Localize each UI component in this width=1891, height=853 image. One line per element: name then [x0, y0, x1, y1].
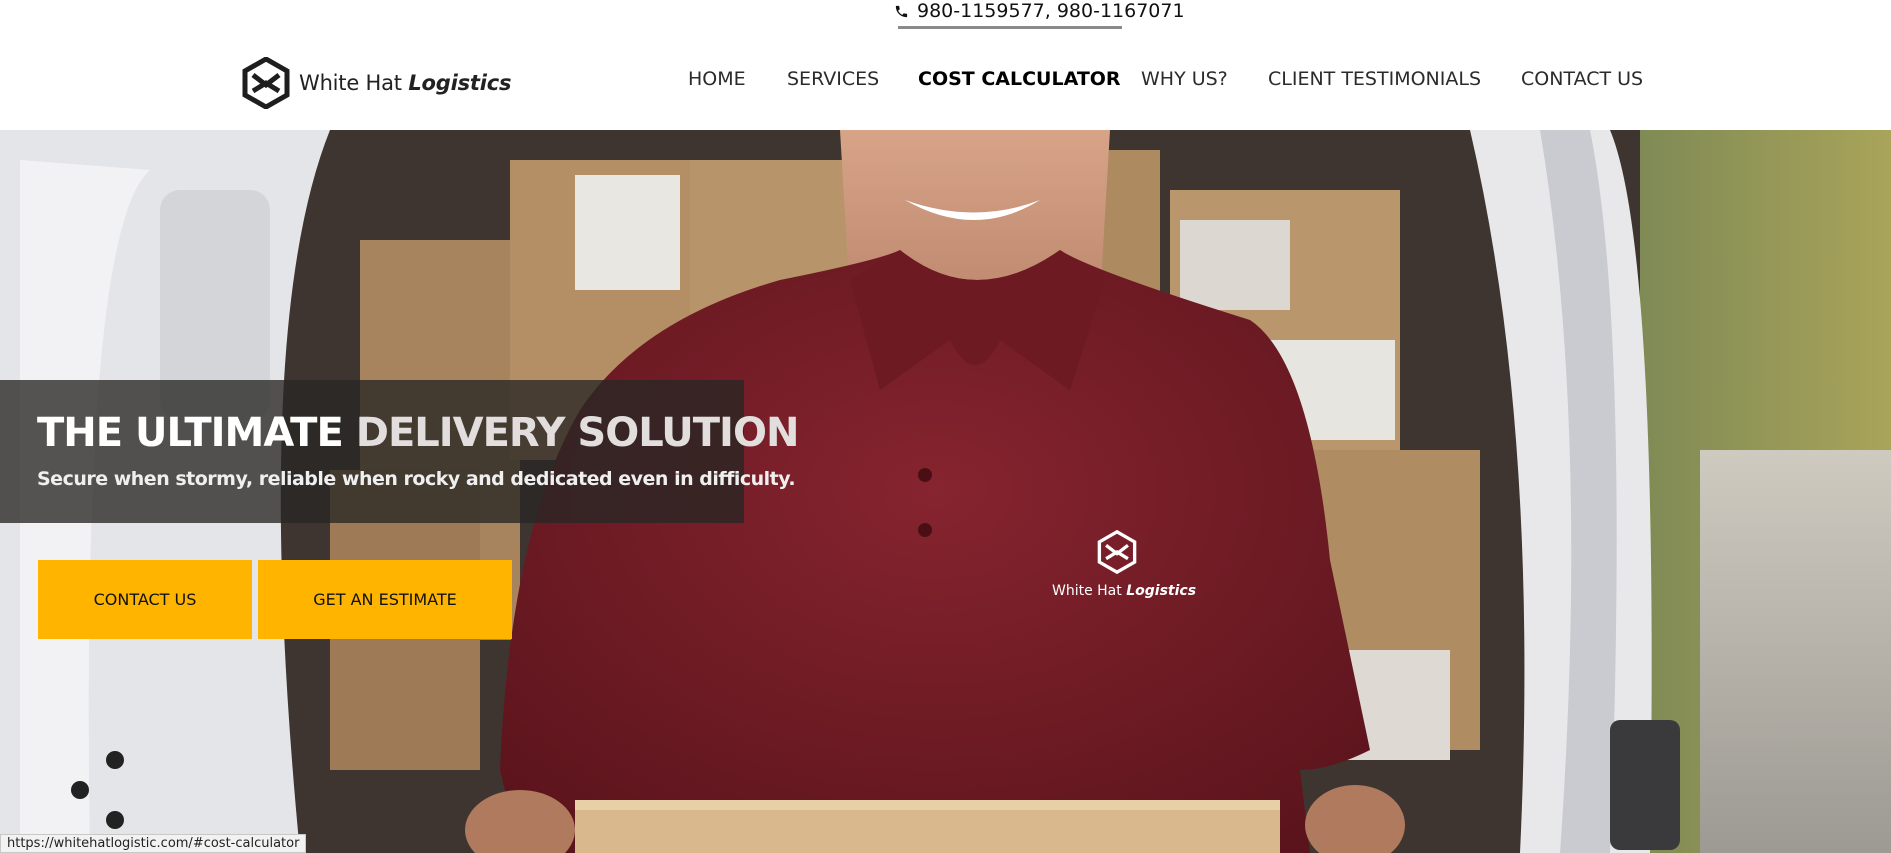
site-header: White Hat Logistics HOME SERVICES COST C…: [0, 30, 1891, 130]
shirt-logo-name-bold: Logistics: [1126, 583, 1197, 599]
phone-contact[interactable]: 980-1159577, 980-1167071: [894, 0, 1185, 22]
top-contact-bar: 980-1159577, 980-1167071: [0, 0, 1891, 30]
shirt-logo-text: White Hat Logistics: [1052, 583, 1196, 599]
hexagon-logo-icon: [242, 57, 290, 109]
get-estimate-button[interactable]: GET AN ESTIMATE: [258, 560, 512, 639]
hero-section: THE ULTIMATE DELIVERY SOLUTION Secure wh…: [0, 130, 1891, 853]
hero-subtitle: Secure when stormy, reliable when rocky …: [37, 468, 796, 490]
logo-text: White Hat Logistics: [299, 71, 511, 95]
nav-home[interactable]: HOME: [688, 68, 746, 90]
nav-services[interactable]: SERVICES: [787, 68, 879, 90]
nav-client-testimonials[interactable]: CLIENT TESTIMONIALS: [1268, 68, 1481, 90]
shirt-hexagon-logo-icon: [1097, 529, 1137, 575]
hero-title-part2: DELIVERY SOLUTION: [355, 410, 800, 456]
hero-title-part1: THE ULTIMATE: [37, 410, 344, 456]
nav-contact-us[interactable]: CONTACT US: [1521, 68, 1643, 90]
logo-name-bold: Logistics: [408, 71, 512, 95]
nav-cost-calculator[interactable]: COST CALCULATOR: [918, 68, 1121, 90]
shirt-logo: White Hat Logistics: [1052, 529, 1196, 599]
phone-icon: [895, 5, 908, 17]
contact-us-button[interactable]: CONTACT US: [38, 560, 252, 639]
status-url-bar: https://whitehatlogistic.com/#cost-calcu…: [0, 834, 307, 853]
hero-title: THE ULTIMATE DELIVERY SOLUTION: [37, 410, 800, 456]
phone-numbers: 980-1159577, 980-1167071: [917, 0, 1185, 22]
logo-name-plain: White Hat: [299, 71, 402, 95]
site-logo[interactable]: White Hat Logistics: [241, 57, 511, 109]
nav-why-us[interactable]: WHY US?: [1141, 68, 1228, 90]
phone-underline: [898, 26, 1122, 29]
hero-text-panel: THE ULTIMATE DELIVERY SOLUTION Secure wh…: [0, 380, 799, 523]
shirt-logo-name-plain: White Hat: [1052, 583, 1122, 599]
